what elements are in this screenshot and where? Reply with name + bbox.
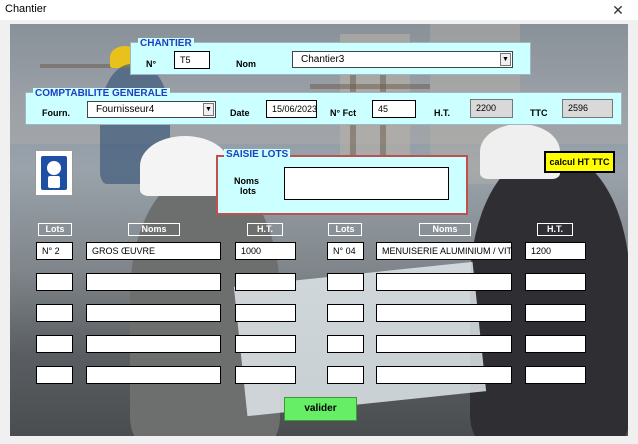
chantier-legend: CHANTIER xyxy=(138,38,194,50)
right-lot-cell[interactable] xyxy=(327,304,364,322)
ttc-label: TTC xyxy=(530,108,548,118)
ht-total-field: 2200 xyxy=(470,99,513,118)
left-nom-cell[interactable] xyxy=(86,304,221,322)
left-ht-cell[interactable] xyxy=(235,366,296,384)
chantier-num-label: N° xyxy=(146,59,157,69)
right-nom-cell[interactable]: MENUISERIE ALUMINIUM / VITRER xyxy=(376,242,512,260)
safety-helmet-sign-icon xyxy=(35,150,73,196)
left-ht-cell[interactable] xyxy=(235,304,296,322)
left-lot-cell[interactable] xyxy=(36,335,73,353)
left-lot-cell[interactable] xyxy=(36,273,73,291)
left-ht-cell[interactable]: 1000 xyxy=(235,242,296,260)
right-nom-cell[interactable] xyxy=(376,273,512,291)
right-lot-cell[interactable]: N° 04 xyxy=(327,242,364,260)
left-lot-cell[interactable] xyxy=(36,304,73,322)
left-lot-cell[interactable] xyxy=(36,366,73,384)
chantier-nom-value: Chantier3 xyxy=(301,54,345,65)
left-nom-cell[interactable]: GROS ŒUVRE xyxy=(86,242,221,260)
right-lot-cell[interactable] xyxy=(327,273,364,291)
date-field[interactable]: 15/06/2023 xyxy=(266,100,317,118)
noms-lots-label-2: lots xyxy=(240,186,257,196)
right-ht-cell[interactable] xyxy=(525,304,586,322)
saisie-legend: SAISIE LOTS xyxy=(224,149,291,161)
noms-lots-input[interactable] xyxy=(284,167,449,200)
left-nom-cell[interactable] xyxy=(86,335,221,353)
right-lot-cell[interactable] xyxy=(327,335,364,353)
fourn-select[interactable]: Fournisseur4 ▼ xyxy=(87,101,216,118)
title-bar: Chantier ✕ xyxy=(0,0,638,20)
left-nom-cell[interactable] xyxy=(86,273,221,291)
chantier-nom-select[interactable]: Chantier3 ▼ xyxy=(292,51,513,68)
ht-header-right: H.T. xyxy=(537,223,573,236)
fourn-value: Fournisseur4 xyxy=(96,104,155,115)
noms-header-right: Noms xyxy=(419,223,471,236)
chantier-nom-label: Nom xyxy=(236,59,256,69)
noms-lots-label-1: Noms xyxy=(234,176,260,186)
chevron-down-icon[interactable]: ▼ xyxy=(203,103,214,116)
chevron-down-icon[interactable]: ▼ xyxy=(500,53,511,66)
fct-field[interactable]: 45 xyxy=(372,100,416,118)
right-nom-cell[interactable] xyxy=(376,366,512,384)
ht-header-left: H.T. xyxy=(247,223,283,236)
compta-legend: COMPTABILITE GENERALE xyxy=(33,88,170,100)
valider-button[interactable]: valider xyxy=(284,397,357,421)
ttc-field: 2596 xyxy=(562,99,613,118)
left-ht-cell[interactable] xyxy=(235,335,296,353)
right-nom-cell[interactable] xyxy=(376,335,512,353)
noms-header-left: Noms xyxy=(128,223,180,236)
date-label: Date xyxy=(230,108,250,118)
calc-ht-ttc-button[interactable]: calcul HT TTC xyxy=(544,151,615,173)
window-title: Chantier xyxy=(5,3,47,15)
right-ht-cell[interactable]: 1200 xyxy=(525,242,586,260)
chantier-num-field[interactable]: T5 xyxy=(174,51,210,69)
fourn-label: Fourn. xyxy=(42,108,70,118)
left-nom-cell[interactable] xyxy=(86,366,221,384)
right-lot-cell[interactable] xyxy=(327,366,364,384)
left-lot-cell[interactable]: N° 2 xyxy=(36,242,73,260)
lots-header-right: Lots xyxy=(328,223,362,236)
right-ht-cell[interactable] xyxy=(525,335,586,353)
close-icon[interactable]: ✕ xyxy=(608,1,628,19)
left-ht-cell[interactable] xyxy=(235,273,296,291)
right-ht-cell[interactable] xyxy=(525,273,586,291)
lots-header-left: Lots xyxy=(38,223,72,236)
ht-total-label: H.T. xyxy=(434,108,451,118)
right-nom-cell[interactable] xyxy=(376,304,512,322)
fct-label: N° Fct xyxy=(330,108,357,118)
right-ht-cell[interactable] xyxy=(525,366,586,384)
